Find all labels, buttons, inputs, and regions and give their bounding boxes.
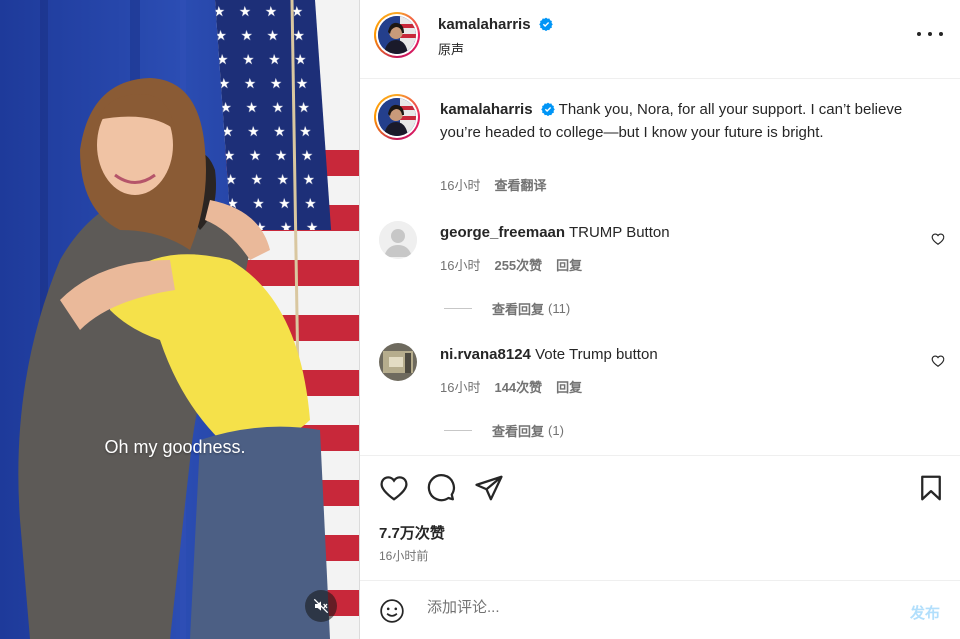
comment-time[interactable]: 16小时	[440, 380, 480, 395]
like-count[interactable]: 7.7万次赞	[379, 522, 445, 543]
reply-button[interactable]: 回复	[556, 380, 582, 395]
action-bar: 7.7万次赞 16小时前	[360, 455, 960, 580]
more-options-icon	[939, 32, 943, 36]
mute-button[interactable]	[305, 590, 337, 622]
caption-author-avatar[interactable]	[374, 94, 420, 140]
comment-text: Vote Trump button	[535, 346, 658, 363]
audio-label[interactable]: 原声	[438, 39, 464, 58]
comment-like-icon[interactable]	[931, 232, 945, 246]
comment-bubble-icon[interactable]	[426, 473, 456, 503]
heart-icon[interactable]	[379, 473, 409, 503]
author-avatar[interactable]	[374, 12, 420, 58]
caption-time[interactable]: 16小时	[440, 178, 480, 193]
emoji-icon[interactable]	[379, 598, 405, 624]
reply-count: (1)	[548, 423, 564, 438]
comment-likes[interactable]: 255次赞	[494, 258, 542, 273]
video-frame: ★	[0, 0, 359, 639]
commenter-avatar-image	[379, 343, 417, 381]
comment-likes[interactable]: 144次赞	[494, 380, 542, 395]
verified-badge-icon	[539, 17, 553, 31]
caption-username[interactable]: kamalaharris	[440, 101, 533, 118]
bookmark-icon[interactable]	[916, 473, 946, 503]
view-replies-button[interactable]: 查看回复 (1)	[444, 421, 564, 440]
comment-username[interactable]: ni.rvana8124	[440, 346, 531, 363]
default-avatar-icon	[379, 221, 417, 259]
caption-meta: 16小时 查看翻译	[440, 175, 546, 194]
speaker-muted-icon	[313, 598, 329, 614]
post-comment-button[interactable]: 发布	[910, 602, 940, 623]
comment-meta: 16小时 144次赞 回复	[440, 377, 582, 396]
commenter-avatar[interactable]	[379, 343, 417, 381]
view-replies-label: 查看回复	[492, 424, 545, 439]
post-time[interactable]: 16小时前	[379, 547, 428, 564]
comment-time[interactable]: 16小时	[440, 258, 480, 273]
video-subtitle: Oh my goodness.	[104, 437, 246, 457]
comment-username[interactable]: george_freemaan	[440, 224, 565, 241]
comments-list[interactable]: kamalaharris Thank you, Nora, for all yo…	[360, 80, 960, 455]
translate-button[interactable]: 查看翻译	[494, 178, 546, 193]
reply-button[interactable]: 回复	[556, 258, 582, 273]
replies-divider	[444, 308, 472, 309]
post-media[interactable]: ★	[0, 0, 359, 639]
author-username[interactable]: kamalaharris	[438, 16, 531, 33]
reply-count: (11)	[548, 301, 571, 316]
caption-avatar-image	[378, 98, 416, 136]
replies-divider	[444, 430, 472, 431]
comment-composer: 发布	[360, 580, 960, 639]
post-details-panel: kamalaharris 原声 kamalaharris Thank you, …	[360, 0, 960, 639]
more-options-button[interactable]	[917, 24, 943, 44]
comment-input[interactable]	[427, 599, 887, 616]
more-options-icon	[928, 32, 932, 36]
comment-meta: 16小时 255次赞 回复	[440, 255, 582, 274]
post-caption: kamalaharris Thank you, Nora, for all yo…	[440, 98, 910, 144]
verified-badge-icon	[540, 102, 555, 116]
comment-text: TRUMP Button	[568, 224, 670, 241]
author-avatar-image	[378, 16, 416, 54]
commenter-avatar[interactable]	[379, 221, 417, 259]
view-replies-label: 查看回复	[492, 302, 545, 317]
paper-plane-icon[interactable]	[474, 473, 504, 503]
view-replies-button[interactable]: 查看回复 (11)	[444, 299, 570, 318]
comment-like-icon[interactable]	[931, 354, 945, 368]
post-header: kamalaharris 原声	[360, 0, 960, 79]
more-options-icon	[917, 32, 921, 36]
